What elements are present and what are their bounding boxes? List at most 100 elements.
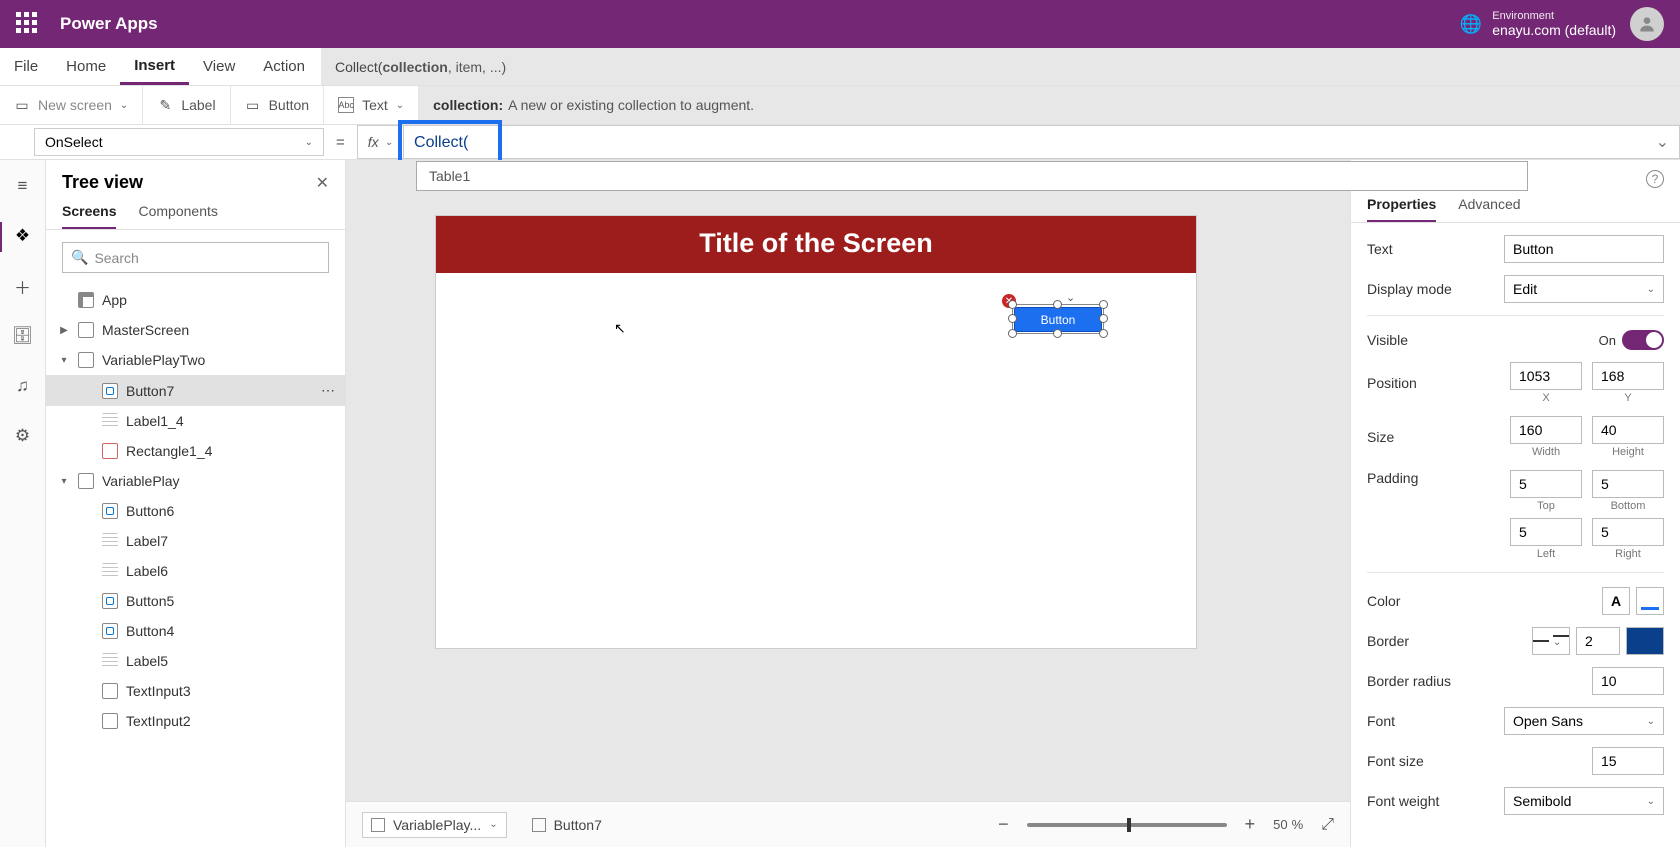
help-icon[interactable]: ? — [1646, 170, 1664, 188]
fullscreen-icon[interactable]: ⤢ — [1321, 816, 1334, 834]
menu-file[interactable]: File — [0, 48, 52, 85]
prop-text-color[interactable]: A — [1602, 587, 1630, 615]
chevron-down-icon[interactable]: ⌄ — [1656, 132, 1669, 152]
globe-icon: 🌐 — [1460, 14, 1482, 35]
prop-fontsize[interactable]: 15 — [1592, 747, 1664, 775]
prop-position-y[interactable]: 168 — [1592, 362, 1664, 390]
tree-item-button7[interactable]: Button7⋯ — [46, 375, 345, 406]
tree-item-label6[interactable]: Label6 — [46, 556, 345, 586]
prop-fontweight-select[interactable]: Semibold⌄ — [1504, 787, 1664, 815]
app-launcher-icon[interactable] — [16, 12, 40, 36]
tree-item-button4[interactable]: Button4 — [46, 616, 345, 646]
prop-position-x[interactable]: 1053 — [1510, 362, 1582, 390]
formula-input[interactable]: Collect( ⌄ — [404, 125, 1680, 159]
text-icon: Abc — [338, 97, 354, 113]
chevron-down-icon: ⌄ — [385, 137, 393, 148]
tree-item-button6[interactable]: Button6 — [46, 496, 345, 526]
button-icon: ▭ — [245, 97, 261, 113]
prop-border-style[interactable]: ⌄ — [1532, 627, 1570, 655]
chevron-down-icon: ⌄ — [120, 100, 128, 111]
person-icon — [1637, 14, 1657, 34]
environment-picker[interactable]: 🌐 Environment enayu.com (default) — [1460, 10, 1616, 38]
insert-toolbar: ▭ New screen ⌄ ✎ Label ▭ Button Abc Text… — [0, 86, 1680, 124]
tree-view-title: Tree view — [62, 172, 143, 193]
resize-handle[interactable] — [1008, 314, 1017, 323]
zoom-slider[interactable] — [1027, 823, 1227, 827]
prop-size-height[interactable]: 40 — [1592, 416, 1664, 444]
hamburger-icon[interactable]: ≡ — [13, 176, 33, 196]
menu-home[interactable]: Home — [52, 48, 120, 85]
intellisense-suggestion[interactable]: Table1 — [416, 161, 1528, 191]
prop-padding-right[interactable]: 5 — [1592, 518, 1664, 546]
insert-text-button[interactable]: Abc Text ⌄ — [324, 86, 419, 124]
prop-padding-top[interactable]: 5 — [1510, 470, 1582, 498]
advanced-tools-icon[interactable]: ⚙ — [13, 426, 33, 446]
prop-border-radius[interactable]: 10 — [1592, 667, 1664, 695]
menu-view[interactable]: View — [189, 48, 249, 85]
tree-item-variableplay[interactable]: ▾VariablePlay — [46, 466, 345, 496]
tree-tab-components[interactable]: Components — [138, 203, 217, 229]
tree-item-button5[interactable]: Button5 — [46, 586, 345, 616]
prop-border-width[interactable]: 2 — [1576, 627, 1620, 655]
resize-handle[interactable] — [1008, 300, 1017, 309]
product-brand: Power Apps — [60, 14, 158, 34]
menu-insert[interactable]: Insert — [120, 48, 189, 85]
media-icon[interactable]: ♫ — [13, 376, 33, 396]
tab-properties[interactable]: Properties — [1367, 196, 1436, 222]
resize-handle[interactable] — [1008, 329, 1017, 338]
prop-padding-left[interactable]: 5 — [1510, 518, 1582, 546]
prop-padding-bottom[interactable]: 5 — [1592, 470, 1664, 498]
insert-label-button[interactable]: ✎ Label — [143, 86, 230, 124]
resize-handle[interactable] — [1053, 329, 1062, 338]
breadcrumb-control[interactable]: Button7 — [525, 812, 609, 838]
tree-tab-screens[interactable]: Screens — [62, 203, 116, 229]
design-canvas[interactable]: Title of the Screen Button ✕ ⌄ — [346, 160, 1350, 801]
global-header: Power Apps 🌐 Environment enayu.com (defa… — [0, 0, 1680, 48]
menu-bar: File Home Insert View Action Collect(col… — [0, 48, 1680, 86]
tree-item-rectangle1-4[interactable]: Rectangle1_4 — [46, 436, 345, 466]
property-selector[interactable]: OnSelect ⌄ — [34, 128, 324, 156]
tab-advanced[interactable]: Advanced — [1458, 196, 1520, 222]
resize-handle[interactable] — [1053, 300, 1062, 309]
tree-item-textinput2[interactable]: TextInput2 — [46, 706, 345, 736]
insert-button-button[interactable]: ▭ Button — [231, 86, 324, 124]
prop-fontweight-label: Font weight — [1367, 793, 1439, 809]
prop-text-input[interactable]: Button — [1504, 235, 1664, 263]
user-avatar[interactable] — [1630, 7, 1664, 41]
fx-indicator[interactable]: fx ⌄ — [357, 125, 404, 159]
new-screen-button[interactable]: ▭ New screen ⌄ — [0, 86, 143, 124]
environment-label: Environment — [1492, 10, 1616, 22]
prop-size-width[interactable]: 160 — [1510, 416, 1582, 444]
label-icon: ✎ — [157, 97, 173, 113]
tree-view-icon[interactable]: ❖ — [13, 226, 33, 246]
tree-item-variableplaytwo[interactable]: ▾VariablePlayTwo — [46, 345, 345, 375]
canvas-region: Title of the Screen Button ✕ ⌄ — [346, 160, 1350, 847]
chevron-down-icon[interactable]: ⌄ — [1066, 291, 1075, 304]
cursor-icon: ↖ — [614, 320, 626, 337]
tree-item-masterscreen[interactable]: ▶MasterScreen — [46, 315, 345, 345]
tree-item-label5[interactable]: Label5 — [46, 646, 345, 676]
chevron-down-icon: ⌄ — [396, 100, 404, 111]
prop-fill-color[interactable] — [1636, 587, 1664, 615]
tree-item-label7[interactable]: Label7 — [46, 526, 345, 556]
prop-displaymode-select[interactable]: Edit⌄ — [1504, 275, 1664, 303]
menu-action[interactable]: Action — [249, 48, 319, 85]
prop-padding-label: Padding — [1367, 470, 1418, 486]
zoom-out-icon[interactable]: − — [998, 814, 1009, 835]
more-icon[interactable]: ⋯ — [321, 382, 337, 399]
tree-item-textinput3[interactable]: TextInput3 — [46, 676, 345, 706]
prop-font-select[interactable]: Open Sans⌄ — [1504, 707, 1664, 735]
zoom-in-icon[interactable]: + — [1245, 814, 1256, 835]
resize-handle[interactable] — [1099, 300, 1108, 309]
prop-border-color[interactable] — [1626, 627, 1664, 655]
close-icon[interactable]: ✕ — [316, 173, 329, 193]
breadcrumb-screen[interactable]: VariablePlay... ⌄ — [362, 812, 507, 838]
tree-search-input[interactable]: 🔍 Search — [62, 242, 329, 273]
prop-visible-toggle[interactable] — [1622, 330, 1664, 350]
tree-item-label1-4[interactable]: Label1_4 — [46, 406, 345, 436]
resize-handle[interactable] — [1099, 314, 1108, 323]
resize-handle[interactable] — [1099, 329, 1108, 338]
tree-item-app[interactable]: App — [46, 285, 345, 315]
data-icon[interactable]: 🗄 — [13, 326, 33, 346]
insert-icon[interactable]: ＋ — [13, 276, 33, 296]
